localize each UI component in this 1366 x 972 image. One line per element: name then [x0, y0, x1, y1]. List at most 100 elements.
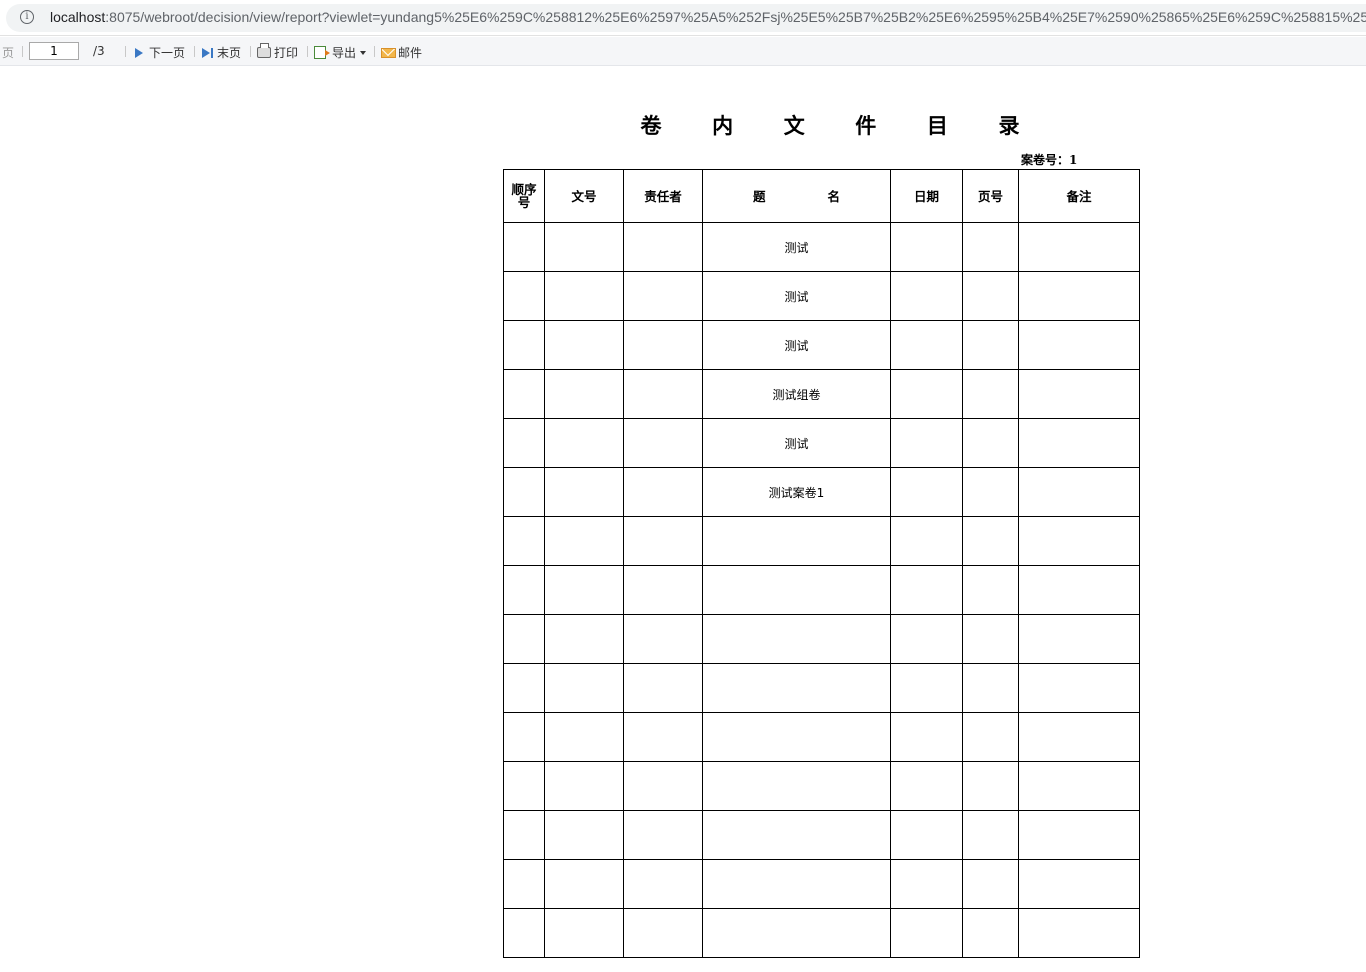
mail-icon	[381, 47, 396, 58]
title-char: 卷	[640, 113, 662, 138]
cell-remark	[1018, 859, 1140, 909]
cell-title	[702, 614, 891, 664]
toolbar-separator	[307, 46, 308, 57]
cell-title: 测试	[702, 222, 891, 272]
print-button[interactable]: 打印	[257, 43, 299, 61]
cell-date	[890, 810, 963, 860]
url-host: localhost	[50, 9, 106, 25]
cell-responsible	[623, 271, 703, 321]
cell-page	[962, 418, 1019, 468]
next-arrow-icon	[135, 47, 143, 58]
cell-doc-no	[544, 712, 624, 762]
cell-page	[962, 320, 1019, 370]
cell-date	[890, 908, 963, 958]
table-row	[503, 859, 1140, 909]
table-row: 测试	[503, 222, 1140, 272]
cell-page	[962, 516, 1019, 566]
last-page-button[interactable]: 末页	[202, 44, 241, 61]
cell-remark	[1018, 369, 1140, 419]
cell-responsible	[623, 761, 703, 811]
cell-responsible	[623, 614, 703, 664]
title-char: 目	[926, 113, 948, 138]
column-header-remark: 备注	[1018, 169, 1140, 223]
cell-seq	[503, 712, 545, 762]
cell-page	[962, 810, 1019, 860]
site-info-icon[interactable]: i	[20, 10, 34, 24]
cell-title: 测试	[702, 320, 891, 370]
mail-label: 邮件	[398, 46, 423, 60]
table-row	[503, 712, 1140, 762]
cell-remark	[1018, 418, 1140, 468]
export-button[interactable]: 导出	[314, 44, 367, 61]
toolbar-separator	[250, 46, 251, 57]
cell-doc-no	[544, 467, 624, 517]
cell-title	[702, 859, 891, 909]
cell-page	[962, 222, 1019, 272]
cell-title: 测试	[702, 271, 891, 321]
cell-date	[890, 761, 963, 811]
cell-title	[702, 810, 891, 860]
table-header-row: 顺序号 文号 责任者 题名 日期 页号 备注	[503, 169, 1140, 223]
table-body: 测试 测试 测试 测试组卷 测试 测试案卷1	[503, 222, 1140, 958]
column-header-page: 页号	[962, 169, 1019, 223]
cell-remark	[1018, 516, 1140, 566]
cell-remark	[1018, 467, 1140, 517]
cell-date	[890, 859, 963, 909]
cell-title: 测试组卷	[702, 369, 891, 419]
cell-date	[890, 222, 963, 272]
cell-title	[702, 908, 891, 958]
cell-doc-no	[544, 663, 624, 713]
cell-remark	[1018, 565, 1140, 615]
prev-page-button[interactable]: 页	[2, 44, 14, 61]
cell-seq	[503, 369, 545, 419]
page-number-input[interactable]	[29, 42, 79, 60]
cell-seq	[503, 418, 545, 468]
next-page-button[interactable]: 下一页	[135, 44, 185, 61]
mail-button[interactable]: 邮件	[381, 44, 422, 61]
url-text[interactable]: localhost:8075/webroot/decision/view/rep…	[50, 9, 1366, 25]
cell-doc-no	[544, 565, 624, 615]
table-row: 测试	[503, 418, 1140, 468]
cell-seq	[503, 859, 545, 909]
table-row: 测试案卷1	[503, 467, 1140, 517]
table-row	[503, 516, 1140, 566]
cell-seq	[503, 271, 545, 321]
cell-seq	[503, 761, 545, 811]
table-row: 测试	[503, 320, 1140, 370]
toolbar-separator	[194, 46, 195, 57]
cell-remark	[1018, 761, 1140, 811]
cell-remark	[1018, 320, 1140, 370]
cell-remark	[1018, 271, 1140, 321]
cell-date	[890, 467, 963, 517]
cell-doc-no	[544, 320, 624, 370]
cell-seq	[503, 516, 545, 566]
cell-responsible	[623, 859, 703, 909]
cell-date	[890, 712, 963, 762]
column-header-seq: 顺序号	[503, 169, 545, 223]
print-label: 打印	[274, 46, 299, 60]
table-row: 测试组卷	[503, 369, 1140, 419]
export-label: 导出	[332, 46, 357, 60]
cell-date	[890, 271, 963, 321]
cell-date	[890, 565, 963, 615]
cell-title	[702, 761, 891, 811]
toolbar-separator	[22, 46, 23, 57]
cell-remark	[1018, 810, 1140, 860]
last-page-label: 末页	[217, 46, 242, 60]
cell-title	[702, 712, 891, 762]
cell-responsible	[623, 565, 703, 615]
url-path: :8075/webroot/decision/view/report?viewl…	[105, 9, 1366, 25]
cell-page	[962, 663, 1019, 713]
printer-icon	[257, 43, 271, 58]
cell-responsible	[623, 369, 703, 419]
cell-responsible	[623, 467, 703, 517]
cell-doc-no	[544, 418, 624, 468]
cell-date	[890, 418, 963, 468]
cell-page	[962, 614, 1019, 664]
cell-seq	[503, 222, 545, 272]
table-row: 测试	[503, 271, 1140, 321]
cell-page	[962, 761, 1019, 811]
cell-responsible	[623, 320, 703, 370]
cell-remark	[1018, 614, 1140, 664]
export-icon	[314, 46, 330, 59]
